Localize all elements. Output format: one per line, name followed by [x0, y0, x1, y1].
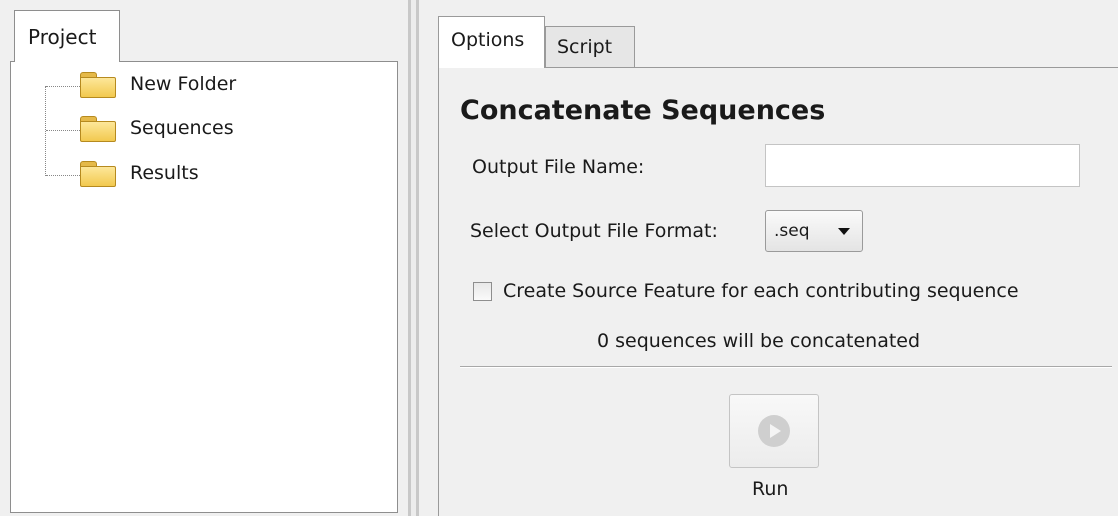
folder-icon: [80, 116, 116, 142]
tree-connector: [45, 86, 46, 176]
output-format-label: Select Output File Format:: [470, 220, 718, 242]
output-file-name-label: Output File Name:: [472, 156, 645, 178]
tree-item-results[interactable]: Results: [130, 160, 199, 186]
source-feature-label[interactable]: Create Source Feature for each contribut…: [503, 280, 1019, 302]
tab-project[interactable]: Project: [14, 10, 120, 62]
folder-icon: [80, 161, 116, 187]
splitter[interactable]: [416, 0, 419, 516]
tree-item-sequences[interactable]: Sequences: [130, 115, 234, 141]
tree-connector: [46, 175, 80, 176]
divider: [460, 366, 1112, 368]
output-file-name-input[interactable]: [765, 144, 1080, 187]
page-title: Concatenate Sequences: [460, 95, 826, 126]
chevron-down-icon: [838, 228, 850, 235]
tree-connector: [46, 130, 80, 131]
run-button[interactable]: [729, 394, 819, 468]
tab-script[interactable]: Script: [545, 26, 635, 67]
tab-options[interactable]: Options: [438, 16, 545, 68]
status-text: 0 sequences will be concatenated: [597, 330, 921, 352]
run-label: Run: [752, 478, 789, 500]
source-feature-checkbox[interactable]: [473, 282, 492, 301]
project-pane: Project New Folder Sequences Results: [0, 0, 408, 516]
tree-connector: [46, 86, 80, 87]
folder-icon: [80, 72, 116, 98]
output-format-value: .seq: [774, 221, 810, 241]
play-icon: [758, 415, 790, 447]
tree-item-new-folder[interactable]: New Folder: [130, 71, 236, 97]
output-format-select[interactable]: .seq: [765, 210, 863, 252]
